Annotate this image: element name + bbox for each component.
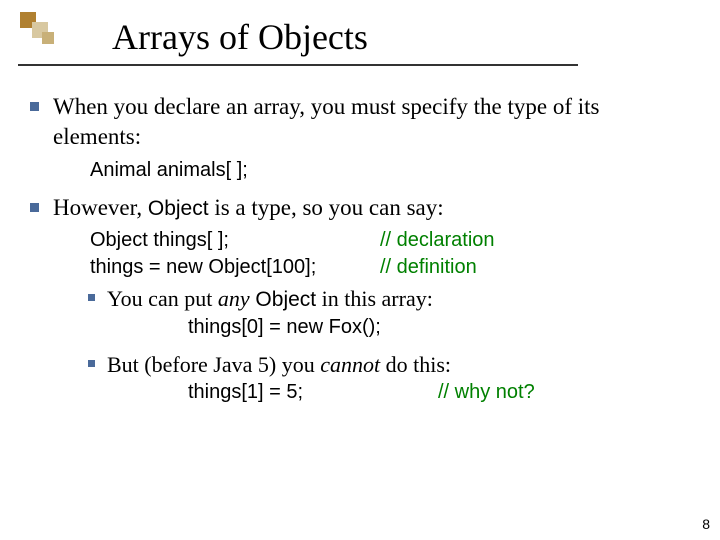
- bullet-1-code: Animal animals[ ];: [90, 157, 692, 183]
- bullet-icon: [88, 360, 95, 367]
- sub-bullet-1-text: You can put any Object in this array:: [107, 284, 692, 314]
- page-number: 8: [702, 516, 710, 532]
- bullet-2: However, Object is a type, so you can sa…: [30, 193, 692, 223]
- accent-squares-icon: [20, 12, 56, 48]
- bullet-2-code: Object things[ ]; // declaration things …: [90, 227, 692, 280]
- sub1-pre: You can put: [107, 286, 218, 311]
- title-rule: [18, 64, 578, 66]
- sub1-post: in this array:: [316, 286, 433, 311]
- slide-title: Arrays of Objects: [112, 16, 368, 58]
- sub2-code: things[1] = 5; // why not?: [188, 379, 692, 405]
- slide: Arrays of Objects When you declare an ar…: [0, 0, 720, 540]
- slide-content: When you declare an array, you must spec…: [30, 92, 692, 406]
- sub1-em: any: [218, 286, 250, 311]
- bullet-2-mono: Object: [148, 197, 209, 220]
- bullet-2-pre: However,: [53, 195, 148, 220]
- code-line-2: things = new Object[100]; // definition: [90, 254, 692, 280]
- bullet-1: When you declare an array, you must spec…: [30, 92, 692, 153]
- sub2-code-comment: // why not?: [438, 379, 535, 405]
- sub1-mono: Object: [250, 288, 317, 311]
- bullet-2-text: However, Object is a type, so you can sa…: [53, 193, 692, 223]
- sub2-pre: But (before Java 5) you: [107, 352, 320, 377]
- bullet-icon: [30, 102, 39, 111]
- sub-bullets: You can put any Object in this array: th…: [88, 284, 692, 406]
- sub2-em: cannot: [320, 352, 380, 377]
- sub-bullet-2: But (before Java 5) you cannot do this:: [88, 350, 692, 379]
- code-line-1: Object things[ ]; // declaration: [90, 227, 692, 253]
- sub2-code-left: things[1] = 5;: [188, 379, 438, 405]
- bullet-2-post: is a type, so you can say:: [209, 195, 444, 220]
- code-line-1-comment: // declaration: [380, 227, 495, 253]
- sub-bullet-1: You can put any Object in this array:: [88, 284, 692, 314]
- code-line-1-left: Object things[ ];: [90, 227, 380, 253]
- sub2-post: do this:: [380, 352, 451, 377]
- bullet-icon: [30, 203, 39, 212]
- bullet-icon: [88, 294, 95, 301]
- sub-bullet-2-text: But (before Java 5) you cannot do this:: [107, 350, 692, 379]
- code-line-2-comment: // definition: [380, 254, 477, 280]
- code-line-2-left: things = new Object[100];: [90, 254, 380, 280]
- sub1-code: things[0] = new Fox();: [188, 314, 692, 340]
- bullet-1-text: When you declare an array, you must spec…: [53, 92, 692, 153]
